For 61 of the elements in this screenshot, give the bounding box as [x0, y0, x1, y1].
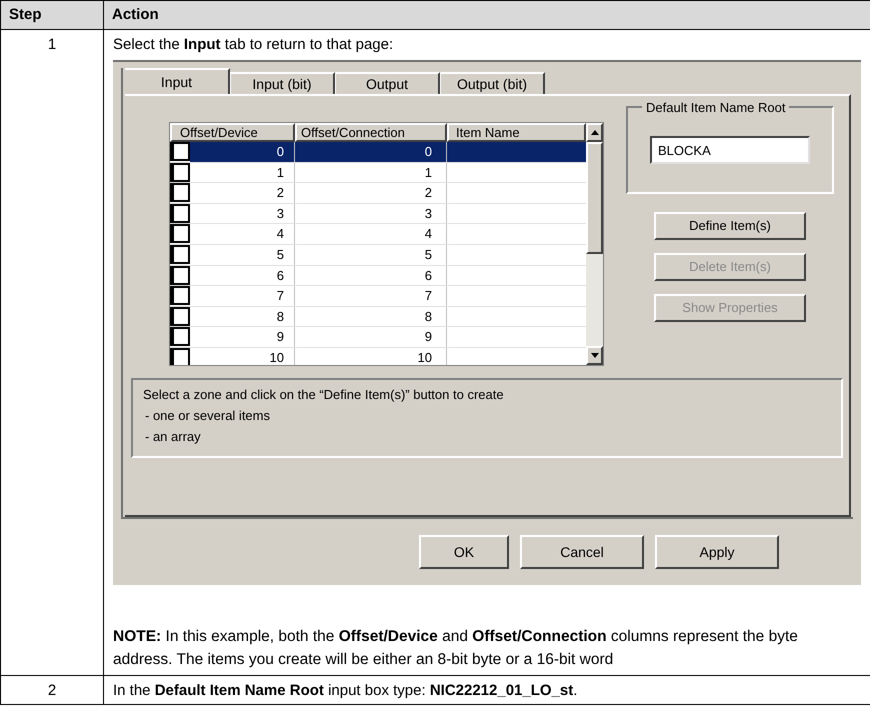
dialog-button[interactable]: Apply — [655, 535, 779, 569]
tab[interactable]: Input (bit) — [230, 72, 335, 94]
up-triangle-icon — [590, 130, 598, 135]
grid-column-header[interactable]: Offset/Device — [170, 123, 295, 142]
grid-cell: 3 — [295, 204, 447, 224]
note-text: NOTE: In this example, both the Offset/Device and Offset/Connection columns represent the byte address. The items you create will be either an 8-bit byte or a 16-bit word — [113, 627, 799, 670]
grid-row[interactable]: 0 0 — [170, 142, 586, 163]
grid-cell: 5 — [295, 244, 447, 265]
grid-cell: 7 — [190, 286, 295, 306]
grid-cell: 8 — [295, 306, 447, 326]
info-text: Select a zone and click on the “Define Item(s)” button to create — [143, 386, 505, 404]
grid-column-header[interactable]: Item Name — [447, 123, 586, 142]
scroll-up-button[interactable] — [586, 123, 603, 142]
tab[interactable]: Output — [335, 72, 440, 94]
grid-row[interactable]: 4 4 — [170, 224, 586, 245]
grid-row[interactable]: 10 10 — [170, 348, 586, 365]
grid-row[interactable]: 1 1 — [170, 162, 586, 184]
grid-row[interactable]: 5 5 — [170, 244, 586, 266]
info-text: - one or several items — [144, 407, 271, 425]
step-text: Select the Input tab to return to that page: — [113, 35, 394, 54]
grid-row[interactable]: 9 9 — [170, 327, 586, 348]
column-header: Action — [103, 1, 870, 29]
grid-cell: 2 — [295, 183, 447, 203]
grid-cell: 8 — [190, 306, 295, 326]
info-text: - an array — [144, 428, 202, 446]
tab[interactable]: Input — [125, 68, 230, 94]
grid-cell: 9 — [190, 327, 295, 347]
grid-cell: 1 — [190, 162, 295, 182]
grid-cell: 5 — [190, 244, 295, 265]
scrollbar[interactable] — [586, 123, 603, 365]
scroll-down-button[interactable] — [586, 346, 603, 365]
grid-cell: 6 — [295, 266, 447, 286]
grid-cell: 3 — [190, 204, 295, 224]
tab[interactable]: Output (bit) — [440, 72, 545, 94]
step-number: 2 — [0, 676, 103, 704]
grid-cell: 9 — [295, 327, 447, 347]
down-triangle-icon — [590, 353, 598, 358]
dialog-button[interactable]: Cancel — [520, 535, 644, 569]
grid-row[interactable]: 8 8 — [170, 306, 586, 328]
dialog-button[interactable]: OK — [419, 535, 509, 569]
scroll-thumb[interactable] — [586, 142, 603, 254]
grid-cell: 7 — [295, 286, 447, 306]
grid-row[interactable]: 2 2 — [170, 183, 586, 204]
grid-row[interactable]: 3 3 — [170, 204, 586, 224]
grid-cell: 0 — [295, 142, 447, 162]
grid-row[interactable]: 6 6 — [170, 266, 586, 286]
side-button[interactable]: Define Item(s) — [654, 212, 806, 240]
grid-cell: 6 — [190, 266, 295, 286]
grid-column-header[interactable]: Offset/Connection — [295, 123, 447, 142]
grid-cell: 0 — [190, 142, 295, 162]
step-number: 1 — [0, 30, 103, 675]
grid-cell: 10 — [190, 348, 295, 365]
step-text: In the Default Item Name Root input box type: NIC22212_01_LO_st. — [113, 681, 578, 700]
name-root-field[interactable]: BLOCKA — [650, 136, 810, 164]
grid-row[interactable]: 7 7 — [170, 286, 586, 307]
grid-cell: 4 — [295, 224, 447, 244]
grid-cell: 4 — [190, 224, 295, 244]
grid-cell: 2 — [190, 183, 295, 203]
grid-cell: 1 — [295, 162, 447, 182]
column-header: Step — [0, 1, 103, 29]
grid-cell: 10 — [295, 348, 447, 365]
